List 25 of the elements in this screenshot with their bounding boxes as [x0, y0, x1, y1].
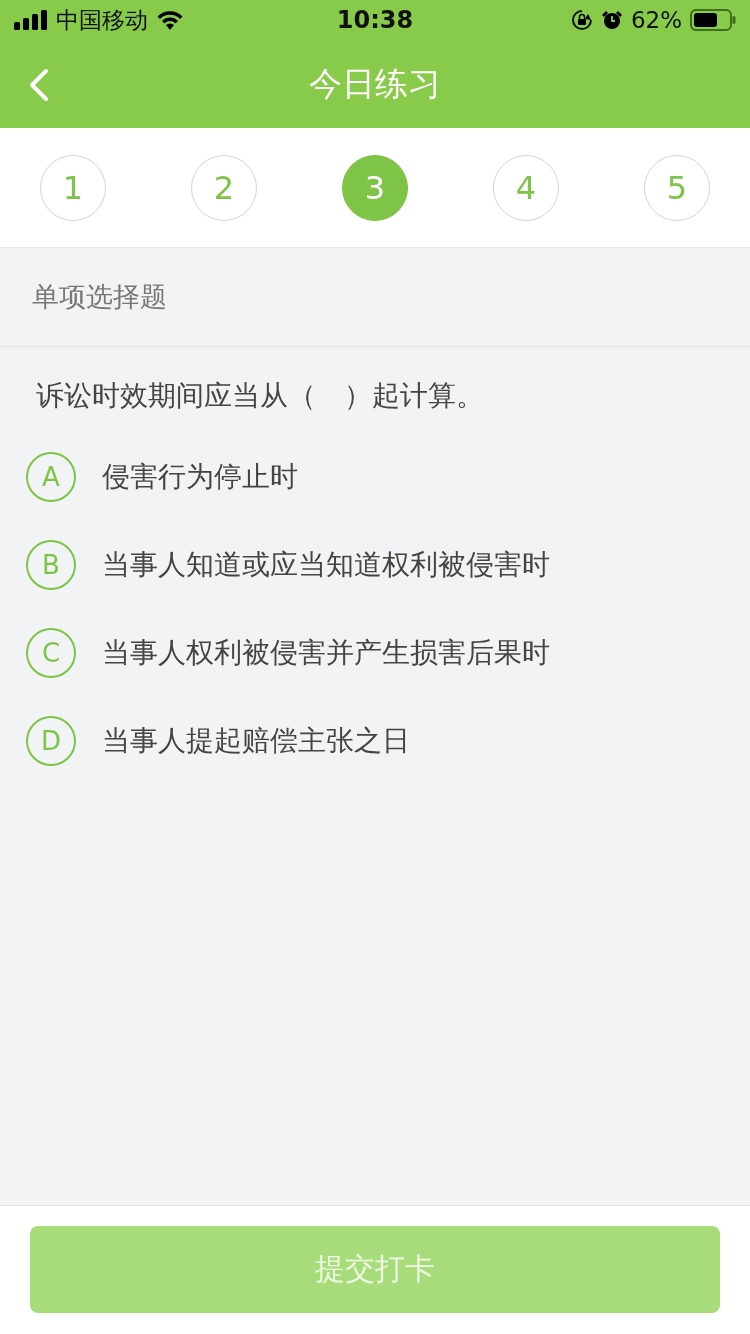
question-text: 诉讼时效期间应当从（ ）起计算。	[35, 378, 485, 414]
signal-icon	[14, 10, 48, 30]
clock-time: 10:38	[336, 6, 414, 34]
option-letter-circle[interactable]: D	[26, 716, 76, 766]
wifi-icon	[156, 10, 184, 30]
page-title: 今日练习	[309, 62, 441, 105]
option-text[interactable]: 当事人权利被侵害并产生损害后果时	[102, 634, 550, 672]
option-letter-circle[interactable]: A	[26, 452, 76, 502]
alarm-icon	[600, 9, 623, 31]
question-type-header: 单项选择题	[0, 248, 750, 347]
question-number-tab[interactable]: 2	[191, 154, 257, 221]
option-letter-circle[interactable]: B	[26, 540, 76, 590]
option-text[interactable]: 当事人提起赔偿主张之日	[102, 722, 410, 760]
option-text[interactable]: 侵害行为停止时	[102, 458, 298, 496]
option-text[interactable]: 当事人知道或应当知道权利被侵害时	[102, 546, 550, 584]
question-number-tab[interactable]: 4	[493, 154, 559, 221]
question-number-tab[interactable]: 5	[644, 154, 710, 221]
battery-percent: 62%	[630, 7, 682, 33]
option-letter-circle[interactable]: C	[26, 628, 76, 678]
battery-icon	[690, 9, 736, 31]
question-number-tab[interactable]: 1	[40, 154, 106, 221]
question-number-tab[interactable]: 3	[342, 154, 408, 221]
carrier-name: 中国移动	[56, 5, 148, 35]
rotation-lock-icon	[570, 9, 593, 31]
back-icon	[28, 68, 50, 102]
